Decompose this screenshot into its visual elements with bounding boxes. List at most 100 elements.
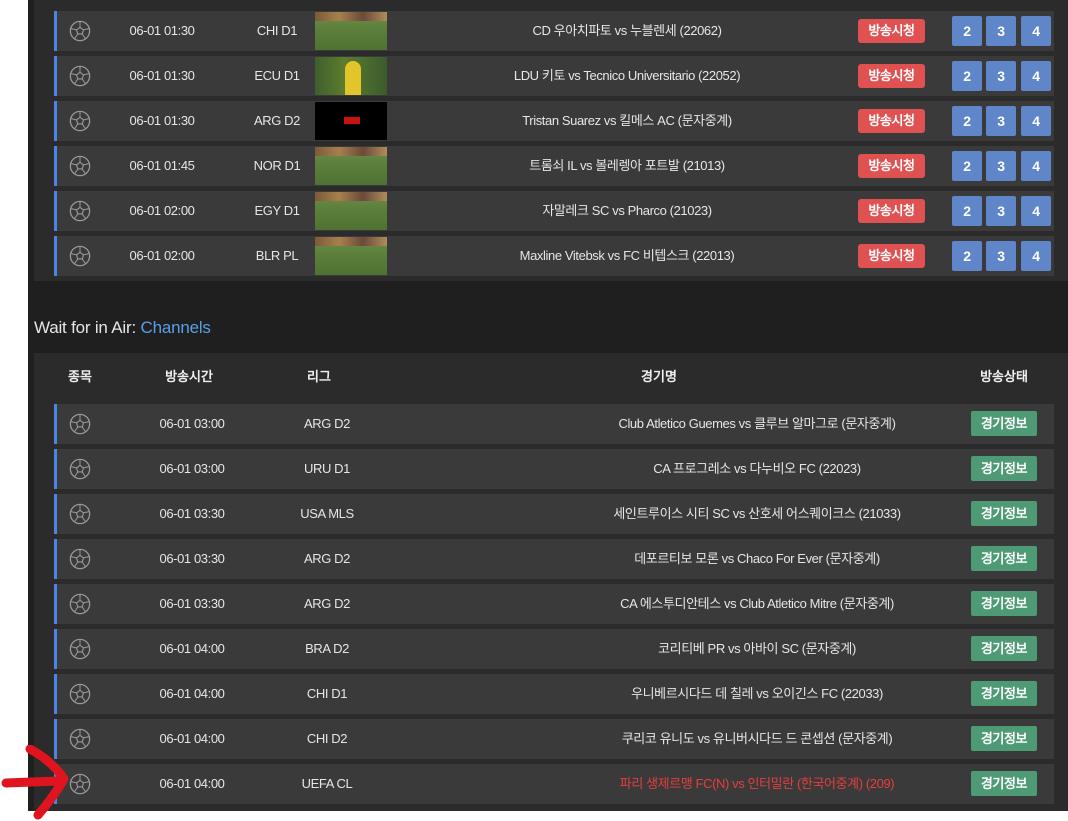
match-name: CD 우아치파토 vs 누블렌세 (22062)	[532, 23, 722, 38]
header-time: 방송시간	[165, 369, 213, 384]
watch-broadcast-button[interactable]: 방송시청	[858, 64, 925, 88]
channel-3-button[interactable]: 3	[986, 61, 1016, 91]
live-row: 06-01 01:30 ARG D2 Tristan Suarez vs 킬메스 A…	[54, 101, 1054, 141]
match-name: 쿠리코 유니도 vs 유니버시다드 드 콘셉션 (문자중계)	[621, 731, 893, 746]
league: EGY D1	[254, 203, 300, 218]
match-name: LDU 키토 vs Tecnico Universitario (22052)	[513, 68, 741, 83]
broadcast-time: 06-01 04:00	[159, 731, 225, 746]
match-info-button[interactable]: 경기정보	[971, 636, 1037, 661]
watch-broadcast-button[interactable]: 방송시청	[858, 244, 925, 268]
match-info-button[interactable]: 경기정보	[971, 726, 1037, 751]
header-match: 경기명	[641, 369, 677, 384]
league: ARG D2	[303, 416, 350, 431]
channel-4-button[interactable]: 4	[1021, 16, 1051, 46]
league: CHI D2	[306, 731, 348, 746]
league: ARG D2	[303, 551, 350, 566]
channel-4-button[interactable]: 4	[1021, 151, 1051, 181]
wait-row: 06-01 04:00 CHI D2 쿠리코 유니도 vs 유니버시다드 드 콘셉션…	[54, 719, 1054, 759]
match-name: 데포르티보 모론 vs Chaco For Ever (문자중계)	[634, 551, 880, 566]
league: BLR PL	[255, 248, 299, 263]
wait-row: 06-01 03:00 URU D1 CA 프로그레소 vs 다누비오 FC (22…	[54, 449, 1054, 489]
soccer-ball-icon	[69, 245, 91, 267]
league: ARG D2	[303, 596, 350, 611]
channel-2-button[interactable]: 2	[952, 196, 982, 226]
match-info-button[interactable]: 경기정보	[971, 681, 1037, 706]
video-thumbnail[interactable]	[315, 237, 387, 275]
wait-row: 06-01 04:00 BRA D2 코리티베 PR vs 아바이 SC (문자중계…	[54, 629, 1054, 669]
soccer-ball-icon	[69, 683, 91, 705]
broadcast-time: 06-01 03:30	[159, 596, 225, 611]
soccer-ball-icon	[69, 458, 91, 480]
league: USA MLS	[300, 506, 354, 521]
broadcast-time: 06-01 03:30	[159, 551, 225, 566]
match-info-button[interactable]: 경기정보	[971, 411, 1037, 436]
channel-2-button[interactable]: 2	[952, 106, 982, 136]
live-row: 06-01 01:45 NOR D1 트롬쇠 IL vs 볼레렝아 포트발 (210…	[54, 146, 1054, 186]
table-header: 종목 방송시간 리그 경기명 방송상태	[34, 353, 1068, 401]
match-name: 트롬쇠 IL vs 볼레렝아 포트발 (21013)	[529, 158, 725, 173]
match-name[interactable]: 파리 생제르맹 FC(N) vs 인터밀란 (한국어중계) (209)	[477, 764, 1037, 804]
broadcast-time: 06-01 03:30	[159, 506, 225, 521]
broadcast-time: 06-01 01:45	[129, 158, 195, 173]
soccer-ball-icon	[69, 503, 91, 525]
soccer-ball-icon	[69, 110, 91, 132]
channel-3-button[interactable]: 3	[986, 241, 1016, 271]
match-info-button[interactable]: 경기정보	[971, 546, 1037, 571]
video-thumbnail[interactable]	[315, 192, 387, 230]
channel-4-button[interactable]: 4	[1021, 241, 1051, 271]
video-thumbnail[interactable]	[315, 147, 387, 185]
watch-broadcast-button[interactable]: 방송시청	[858, 154, 925, 178]
league: BRA D2	[305, 641, 349, 656]
match-name: CA 에스투디안테스 vs Club Atletico Mitre (문자중계)	[620, 596, 894, 611]
match-info-button[interactable]: 경기정보	[971, 456, 1037, 481]
watch-broadcast-button[interactable]: 방송시청	[858, 19, 925, 43]
broadcast-time: 06-01 04:00	[159, 641, 225, 656]
channel-3-button[interactable]: 3	[986, 151, 1016, 181]
broadcast-time: 06-01 04:00	[159, 776, 225, 791]
match-name: 우니베르시다드 데 칠레 vs 오이긴스 FC (22033)	[631, 686, 883, 701]
channel-2-button[interactable]: 2	[952, 61, 982, 91]
watch-broadcast-button[interactable]: 방송시청	[858, 199, 925, 223]
video-thumbnail[interactable]	[315, 12, 387, 50]
header-sport: 종목	[68, 369, 92, 384]
wait-row: 06-01 03:30 ARG D2 데포르티보 모론 vs Chaco For E…	[54, 539, 1054, 579]
channel-4-button[interactable]: 4	[1021, 106, 1051, 136]
channel-4-button[interactable]: 4	[1021, 61, 1051, 91]
channel-2-button[interactable]: 2	[952, 16, 982, 46]
broadcast-time: 06-01 01:30	[129, 23, 195, 38]
wait-row: 06-01 04:00 UEFA CL 파리 생제르맹 FC(N) vs 인터밀란 …	[54, 764, 1054, 804]
match-name: Tristan Suarez vs 킬메스 AC (문자중계)	[522, 113, 732, 128]
channels-link[interactable]: Channels	[141, 318, 211, 337]
soccer-ball-icon	[69, 593, 91, 615]
league: ARG D2	[253, 113, 300, 128]
match-info-button[interactable]: 경기정보	[971, 501, 1037, 526]
match-name: Maxline Vitebsk vs FC 비텝스크 (22013)	[519, 248, 735, 263]
channel-2-button[interactable]: 2	[952, 241, 982, 271]
video-thumbnail[interactable]	[315, 102, 387, 140]
league: UEFA CL	[301, 776, 353, 791]
match-name: 세인트루이스 시티 SC vs 산호세 어스퀘이크스 (21033)	[613, 506, 901, 521]
match-name: 코리티베 PR vs 아바이 SC (문자중계)	[658, 641, 856, 656]
broadcast-time: 06-01 03:00	[159, 416, 225, 431]
broadcast-time: 06-01 04:00	[159, 686, 225, 701]
match-name: CA 프로그레소 vs 다누비오 FC (22023)	[653, 461, 861, 476]
channel-2-button[interactable]: 2	[952, 151, 982, 181]
league: URU D1	[304, 461, 350, 476]
wait-row: 06-01 04:00 CHI D1 우니베르시다드 데 칠레 vs 오이긴스 FC…	[54, 674, 1054, 714]
channel-3-button[interactable]: 3	[986, 106, 1016, 136]
wait-row: 06-01 03:30 USA MLS 세인트루이스 시티 SC vs 산호세 어스…	[54, 494, 1054, 534]
league: CHI D1	[256, 23, 298, 38]
soccer-ball-icon	[69, 155, 91, 177]
channel-4-button[interactable]: 4	[1021, 196, 1051, 226]
video-thumbnail[interactable]	[315, 57, 387, 95]
live-row: 06-01 01:30 ECU D1 LDU 키토 vs Tecnico Unive…	[54, 56, 1054, 96]
match-info-button[interactable]: 경기정보	[971, 591, 1037, 616]
league: CHI D1	[306, 686, 348, 701]
channel-3-button[interactable]: 3	[986, 196, 1016, 226]
watch-broadcast-button[interactable]: 방송시청	[858, 109, 925, 133]
soccer-ball-icon	[69, 200, 91, 222]
match-info-button[interactable]: 경기정보	[971, 771, 1037, 796]
channel-3-button[interactable]: 3	[986, 16, 1016, 46]
soccer-ball-icon	[69, 548, 91, 570]
broadcast-time: 06-01 03:00	[159, 461, 225, 476]
